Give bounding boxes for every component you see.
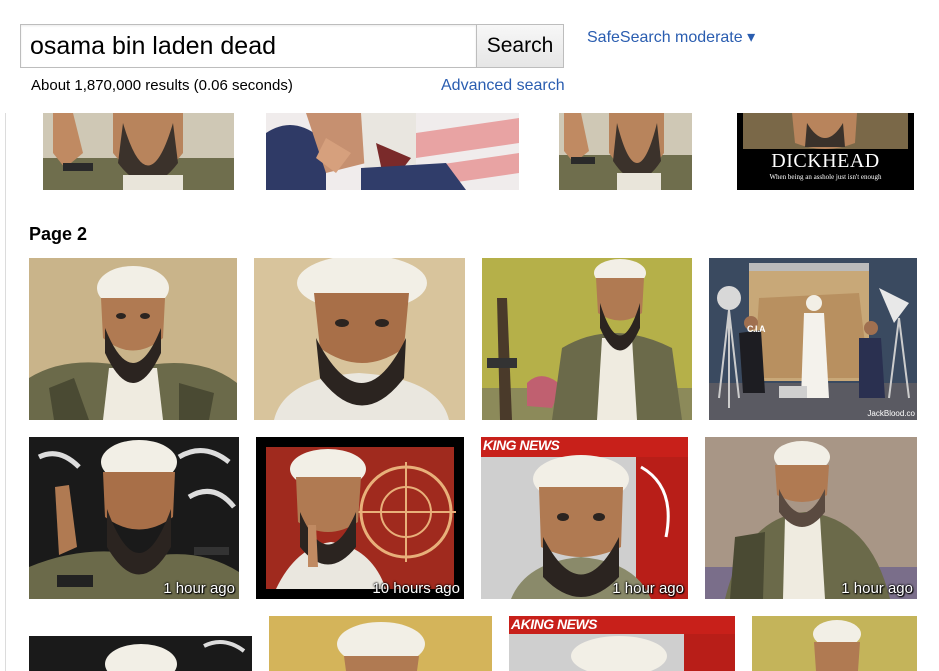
cia-sign-text: C.I.A [747,324,766,334]
poster-title: DICKHEAD [771,150,880,172]
thumbnail-image [29,437,239,599]
image-thumbnail[interactable]: AKING NEWS [509,616,735,671]
thumbnail-timestamp: 1 hour ago [612,580,684,597]
advanced-search-link[interactable]: Advanced search [441,77,565,95]
breaking-news-banner: KING NEWS [483,437,560,453]
thumbnail-image [256,437,464,599]
image-thumbnail[interactable] [269,616,492,671]
thumbnail-timestamp: 1 hour ago [841,580,913,597]
safesearch-dropdown[interactable]: SafeSearch moderate ▾ [587,27,755,47]
watermark-text: JackBlood.co [867,409,915,418]
thumbnail-image [482,258,692,420]
thumbnail-image [709,258,917,420]
result-stats: About 1,870,000 results (0.06 seconds) [31,77,293,94]
thumbnail-image [29,258,237,420]
image-thumbnail[interactable] [43,113,234,190]
thumbnail-image [254,258,465,420]
image-thumbnail[interactable] [482,258,692,420]
image-thumbnail[interactable] [29,636,252,671]
thumbnail-image [559,113,692,190]
thumbnail-image [481,437,688,599]
search-header: Search SafeSearch moderate ▾ About 1,870… [0,0,939,113]
thumbnail-image [705,437,917,599]
poster-subtitle: When being an asshole just isn't enough [769,173,882,181]
search-button[interactable]: Search [476,24,564,68]
thumbnail-image [269,616,492,671]
left-divider [5,113,6,671]
image-thumbnail[interactable]: 1 hour ago [705,437,917,599]
search-input[interactable] [20,24,476,68]
thumbnail-timestamp: 10 hours ago [372,580,460,597]
image-thumbnail[interactable]: C.I.A JackBlood.co [709,258,917,420]
image-thumbnail[interactable] [254,258,465,420]
thumbnail-timestamp: 1 hour ago [163,580,235,597]
image-thumbnail[interactable]: 1 hour ago [29,437,239,599]
thumbnail-image [752,616,917,671]
image-thumbnail[interactable] [266,113,519,190]
thumbnail-image [43,113,234,190]
image-thumbnail[interactable] [29,258,237,420]
thumbnail-image [29,636,252,671]
breaking-news-banner: AKING NEWS [511,616,598,632]
image-thumbnail[interactable] [559,113,692,190]
image-thumbnail[interactable]: KING NEWS 1 hour ago [481,437,688,599]
image-thumbnail[interactable]: 10 hours ago [256,437,464,599]
image-thumbnail[interactable]: DICKHEAD When being an asshole just isn'… [737,113,914,190]
page-section-label: Page 2 [29,224,88,244]
thumbnail-image [266,113,519,190]
image-thumbnail[interactable] [752,616,917,671]
